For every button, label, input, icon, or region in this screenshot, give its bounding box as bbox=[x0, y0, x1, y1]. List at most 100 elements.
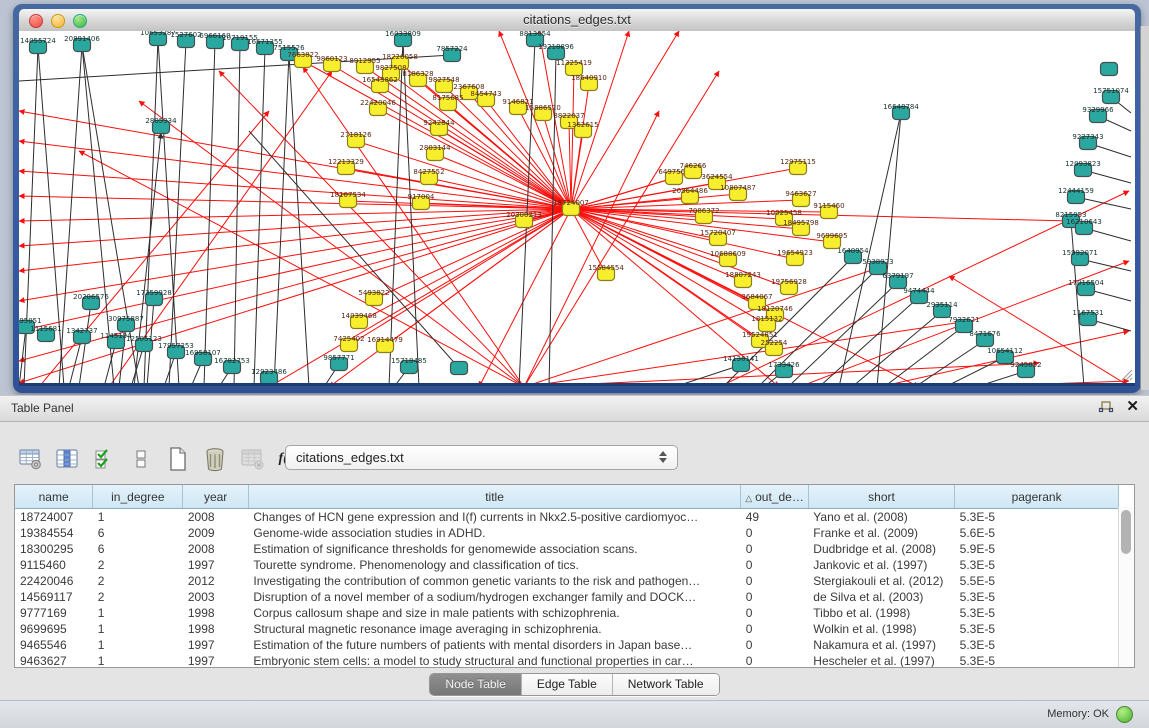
table-row[interactable]: 1830029562008Estimation of significance … bbox=[15, 541, 1119, 557]
table-cell[interactable]: 19384554 bbox=[15, 525, 93, 541]
table-cell[interactable]: 1 bbox=[93, 509, 183, 526]
table-cell[interactable]: 5.3E-5 bbox=[955, 653, 1119, 668]
network-node[interactable]: 18807243 bbox=[725, 271, 761, 288]
select-all-button[interactable] bbox=[90, 446, 118, 472]
table-cell[interactable]: Structural magnetic resonance image aver… bbox=[248, 621, 740, 637]
table-cell[interactable]: Jankovic et al. (1997) bbox=[808, 557, 954, 573]
table-cell[interactable]: 2003 bbox=[183, 589, 249, 605]
network-node[interactable]: 15751074 bbox=[1093, 87, 1129, 104]
table-cell[interactable]: 9465546 bbox=[15, 637, 93, 653]
float-panel-icon[interactable] bbox=[1098, 399, 1114, 415]
network-node[interactable]: 2803144 bbox=[419, 144, 451, 161]
table-cell[interactable]: 1 bbox=[93, 637, 183, 653]
network-node[interactable]: 12975115 bbox=[780, 158, 816, 175]
table-cell[interactable]: 2 bbox=[93, 573, 183, 589]
network-node[interactable]: 15992071 bbox=[1062, 249, 1098, 266]
new-table-button[interactable] bbox=[164, 446, 192, 472]
table-cell[interactable]: 49 bbox=[741, 509, 809, 526]
table-row[interactable]: 911546021997Tourette syndrome. Phenomeno… bbox=[15, 557, 1119, 573]
network-node[interactable]: 1115681 bbox=[30, 325, 61, 342]
network-node[interactable]: 9463627 bbox=[785, 190, 816, 207]
table-cell[interactable]: 0 bbox=[741, 525, 809, 541]
memory-status-indicator[interactable] bbox=[1116, 706, 1133, 723]
table-cell[interactable]: Nakamura et al. (1997) bbox=[808, 637, 954, 653]
network-node[interactable]: 9245052 bbox=[1010, 361, 1041, 378]
column-header-in_degree[interactable]: in_degree bbox=[93, 485, 183, 509]
table-cell[interactable]: 1 bbox=[93, 653, 183, 668]
table-row[interactable]: 1938455462009Genome-wide association stu… bbox=[15, 525, 1119, 541]
tab-network-table[interactable]: Network Table bbox=[612, 674, 719, 695]
table-cell[interactable]: 5.3E-5 bbox=[955, 589, 1119, 605]
table-cell[interactable]: 0 bbox=[741, 573, 809, 589]
network-node[interactable]: 12213329 bbox=[328, 158, 364, 175]
network-node[interactable]: 12923486 bbox=[251, 368, 287, 385]
column-header-year[interactable]: year bbox=[183, 485, 249, 509]
column-header-out_de[interactable]: △out_de… bbox=[741, 485, 809, 509]
network-node[interactable]: 18640910 bbox=[571, 74, 607, 91]
table-cell[interactable]: Tibbo et al. (1998) bbox=[808, 605, 954, 621]
delete-column-button[interactable] bbox=[201, 446, 229, 472]
table-cell[interactable]: 5.6E-5 bbox=[955, 525, 1119, 541]
network-node[interactable]: 19756928 bbox=[771, 278, 807, 295]
table-row[interactable]: 969969511998Structural magnetic resonanc… bbox=[15, 621, 1119, 637]
table-cell[interactable]: 2009 bbox=[183, 525, 249, 541]
table-row[interactable]: 977716911998Corpus callosum shape and si… bbox=[15, 605, 1119, 621]
network-node[interactable]: 917004 bbox=[408, 193, 435, 210]
column-header-title[interactable]: title bbox=[248, 485, 740, 509]
table-cell[interactable]: Estimation of the future numbers of pati… bbox=[248, 637, 740, 653]
table-cell[interactable]: 0 bbox=[741, 605, 809, 621]
table-cell[interactable]: Investigating the contribution of common… bbox=[248, 573, 740, 589]
table-cell[interactable]: Genome-wide association studies in ADHD. bbox=[248, 525, 740, 541]
network-node[interactable]: 15718485 bbox=[391, 357, 427, 374]
network-node[interactable]: 17359928 bbox=[136, 289, 172, 306]
table-cell[interactable]: Changes of HCN gene expression and I(f) … bbox=[248, 509, 740, 526]
table-cell[interactable]: Stergiakouli et al. (2012) bbox=[808, 573, 954, 589]
network-node[interactable]: 5493822 bbox=[358, 289, 389, 306]
table-cell[interactable]: 2 bbox=[93, 557, 183, 573]
network-node[interactable]: 20891406 bbox=[64, 35, 100, 52]
table-cell[interactable]: 5.3E-5 bbox=[955, 621, 1119, 637]
network-view[interactable]: 1405572420891406106532871527602696616010… bbox=[19, 31, 1135, 386]
network-node[interactable]: 30975887 bbox=[108, 315, 144, 332]
tab-node-table[interactable]: Node Table bbox=[430, 674, 521, 695]
network-node[interactable]: 9242844 bbox=[423, 119, 455, 136]
network-node[interactable]: 8471676 bbox=[969, 330, 1001, 347]
table-cell[interactable]: Tourette syndrome. Phenomenology and cla… bbox=[248, 557, 740, 573]
resize-grip[interactable] bbox=[1119, 367, 1133, 381]
unselect-all-button[interactable] bbox=[127, 446, 155, 472]
network-node[interactable]: 16033809 bbox=[385, 31, 421, 47]
delete-table-button[interactable] bbox=[238, 446, 266, 472]
table-cell[interactable]: 0 bbox=[741, 621, 809, 637]
table-cell[interactable]: Dudbridge et al. (2008) bbox=[808, 541, 954, 557]
network-node[interactable]: 16648784 bbox=[883, 103, 919, 120]
network-node[interactable]: 1815132 bbox=[751, 315, 782, 332]
network-node[interactable]: 14055724 bbox=[20, 37, 56, 54]
table-cell[interactable]: 18724007 bbox=[15, 509, 93, 526]
network-node[interactable]: 19654923 bbox=[777, 249, 813, 266]
table-scrollbar[interactable] bbox=[1118, 507, 1134, 667]
table-cell[interactable]: 9463627 bbox=[15, 653, 93, 668]
table-row[interactable]: 946554611997Estimation of the future num… bbox=[15, 637, 1119, 653]
table-cell[interactable]: 5.5E-5 bbox=[955, 573, 1119, 589]
network-node[interactable]: 20364486 bbox=[672, 187, 708, 204]
table-cell[interactable]: de Silva et al. (2003) bbox=[808, 589, 954, 605]
table-cell[interactable]: Disruption of a novel member of a sodium… bbox=[248, 589, 740, 605]
table-cell[interactable]: 1998 bbox=[183, 605, 249, 621]
table-cell[interactable]: 1997 bbox=[183, 637, 249, 653]
show-columns-button[interactable] bbox=[53, 446, 81, 472]
network-node[interactable]: 16914479 bbox=[367, 336, 403, 353]
table-cell[interactable]: 5.3E-5 bbox=[955, 557, 1119, 573]
network-canvas[interactable]: 1405572420891406106532871527602696616010… bbox=[19, 31, 1135, 386]
table-cell[interactable]: 14569117 bbox=[15, 589, 93, 605]
network-node[interactable]: 18107534 bbox=[330, 191, 366, 208]
table-cell[interactable]: 5.3E-5 bbox=[955, 605, 1119, 621]
table-cell[interactable]: Estimation of significance thresholds fo… bbox=[248, 541, 740, 557]
network-node[interactable]: 1362615 bbox=[567, 121, 598, 138]
table-row[interactable]: 946362711997Embryonic stem cells: a mode… bbox=[15, 653, 1119, 668]
scrollbar-thumb[interactable] bbox=[1121, 510, 1131, 554]
table-cell[interactable]: 18300295 bbox=[15, 541, 93, 557]
network-node[interactable]: 17016504 bbox=[1068, 279, 1104, 296]
network-node[interactable]: 9857771 bbox=[323, 354, 354, 371]
table-cell[interactable]: 0 bbox=[741, 557, 809, 573]
table-cell[interactable]: 0 bbox=[741, 541, 809, 557]
